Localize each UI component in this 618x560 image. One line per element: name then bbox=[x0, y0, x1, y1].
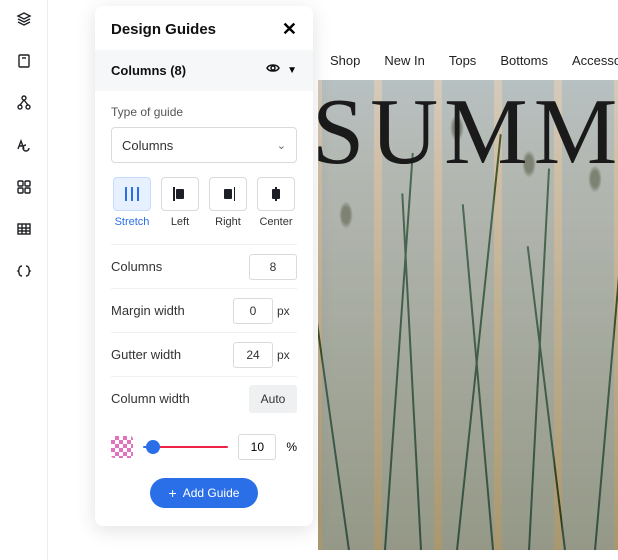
nav-bottoms[interactable]: Bottoms bbox=[500, 53, 548, 68]
table-icon[interactable] bbox=[15, 220, 33, 238]
panel-title: Design Guides bbox=[111, 21, 216, 38]
typography-icon[interactable] bbox=[15, 136, 33, 154]
margin-input[interactable] bbox=[233, 298, 273, 324]
section-header[interactable]: Columns (8) ▼ bbox=[95, 50, 313, 91]
gutter-label: Gutter width bbox=[111, 347, 181, 362]
gutter-input[interactable] bbox=[233, 342, 273, 368]
margin-unit: px bbox=[277, 304, 297, 318]
section-label: Columns (8) bbox=[111, 63, 186, 78]
column-width-row: Column width Auto bbox=[111, 376, 297, 420]
align-left[interactable]: Left bbox=[159, 177, 201, 228]
color-swatch[interactable] bbox=[111, 436, 133, 458]
tool-rail bbox=[0, 0, 48, 560]
margin-row: Margin width px bbox=[111, 288, 297, 332]
column-width-value[interactable]: Auto bbox=[249, 385, 297, 413]
close-icon[interactable]: ✕ bbox=[282, 20, 297, 38]
nav-new-in[interactable]: New In bbox=[384, 53, 424, 68]
design-guides-panel: Design Guides ✕ Columns (8) ▼ Type of gu… bbox=[95, 6, 313, 526]
columns-row: Columns bbox=[111, 244, 297, 288]
slider-thumb[interactable] bbox=[146, 440, 160, 454]
apps-icon[interactable] bbox=[15, 178, 33, 196]
nav-accessories[interactable]: Accesso bbox=[572, 53, 618, 68]
site-preview: Shop New In Tops Bottoms Accesso SUMM bbox=[318, 40, 618, 550]
layers-icon[interactable] bbox=[15, 10, 33, 28]
margin-label: Margin width bbox=[111, 303, 185, 318]
hero-heading: SUMM bbox=[318, 78, 618, 186]
caret-down-icon[interactable]: ▼ bbox=[287, 65, 297, 76]
nav-shop[interactable]: Shop bbox=[330, 53, 360, 68]
nav-tops[interactable]: Tops bbox=[449, 53, 476, 68]
align-center[interactable]: Center bbox=[255, 177, 297, 228]
gutter-unit: px bbox=[277, 348, 297, 362]
add-guide-button[interactable]: + Add Guide bbox=[150, 478, 258, 508]
column-width-label: Column width bbox=[111, 391, 190, 406]
pages-icon[interactable] bbox=[15, 52, 33, 70]
opacity-input[interactable] bbox=[238, 434, 276, 460]
gutter-row: Gutter width px bbox=[111, 332, 297, 376]
code-icon[interactable] bbox=[15, 262, 33, 280]
visibility-icon[interactable] bbox=[265, 60, 281, 81]
guide-type-select[interactable]: Columns ⌄ bbox=[111, 127, 297, 163]
columns-label: Columns bbox=[111, 259, 162, 274]
plus-icon: + bbox=[169, 486, 177, 500]
align-right[interactable]: Right bbox=[207, 177, 249, 228]
alignment-options: Stretch Left Right Center bbox=[111, 177, 297, 228]
columns-input[interactable] bbox=[249, 254, 297, 280]
opacity-row: % bbox=[111, 434, 297, 460]
opacity-slider[interactable] bbox=[143, 446, 228, 448]
site-nav: Shop New In Tops Bottoms Accesso bbox=[318, 40, 618, 80]
chevron-down-icon: ⌄ bbox=[277, 139, 286, 152]
connections-icon[interactable] bbox=[15, 94, 33, 112]
type-of-guide-label: Type of guide bbox=[111, 105, 297, 119]
guide-type-value: Columns bbox=[122, 138, 173, 153]
align-stretch[interactable]: Stretch bbox=[111, 177, 153, 228]
opacity-unit: % bbox=[286, 440, 297, 454]
